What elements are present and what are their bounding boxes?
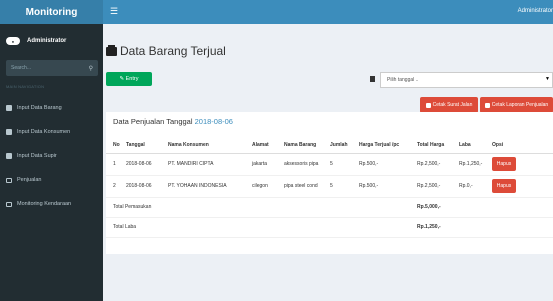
total-pemasukan-value: Rp.5,000,-: [415, 197, 457, 218]
page-title-text: Data Barang Terjual: [120, 44, 226, 58]
cell-barang: aksessoris pipa: [282, 153, 328, 176]
col-header-total-harga: Total Harga: [415, 138, 457, 154]
cell-laba: Rp.0,-: [457, 175, 490, 198]
entry-button[interactable]: ✎ Entry: [106, 72, 152, 86]
cetak-laporan-label: Cetak Laporan Penjualan: [491, 102, 549, 108]
panel-title: Data Penjualan Tanggal 2018-08-06: [113, 117, 233, 126]
cetak-surat-label: Cetak Surat Jalan: [432, 102, 473, 108]
print-icon: [484, 102, 490, 108]
cetak-laporan-button[interactable]: Cetak Laporan Penjualan: [480, 97, 553, 113]
col-header-opsi: Opsi: [490, 138, 553, 154]
cell-konsumen: PT. MANDIRI CIPTA: [166, 153, 250, 176]
monitor-icon: [6, 201, 12, 207]
table-row: 1 2018-08-06 PT. MANDIRI CIPTA jakarta a…: [106, 153, 553, 176]
caret-down-icon[interactable]: ▼: [545, 76, 550, 82]
cell-alamat: cilegon: [250, 175, 282, 198]
sidebar-item-monitoring-kendaraan[interactable]: Monitoring Kendaraan: [0, 192, 103, 216]
table-header-row: No Tanggal Nama Konsumen Alamat Nama Bar…: [106, 138, 553, 154]
hapus-button[interactable]: Hapus: [492, 157, 516, 171]
hapus-button[interactable]: Hapus: [492, 179, 516, 193]
cell-alamat: jakarta: [250, 153, 282, 176]
cell-no: 2: [106, 175, 124, 198]
col-header-jumlah: Jumlah: [328, 138, 357, 154]
book-icon: [6, 153, 12, 159]
col-header-alamat: Alamat: [250, 138, 282, 154]
total-laba-label: Total Laba: [106, 217, 415, 238]
app-logo[interactable]: Monitoring: [0, 0, 103, 24]
cell-laba: Rp.1,250,-: [457, 153, 490, 176]
panel-title-prefix: Data Penjualan Tanggal: [113, 117, 193, 126]
total-laba-row: Total Laba Rp.1,250,-: [106, 217, 553, 238]
total-pemasukan-row: Total Pemasukan Rp.5,000,-: [106, 197, 553, 218]
cell-jumlah: 5: [328, 175, 357, 198]
cell-tanggal: 2018-08-06: [124, 153, 166, 176]
cell-total: Rp.2,500,-: [415, 153, 457, 176]
cell-harga: Rp.500,-: [357, 175, 415, 198]
panel-title-date: 2018-08-06: [194, 117, 233, 126]
cell-total: Rp.2,500,-: [415, 175, 457, 198]
user-name: Administrator: [27, 38, 67, 44]
cell-barang: pipa steel cond: [282, 175, 328, 198]
sidebar-item-label: Input Data Konsumen: [17, 129, 71, 135]
total-pemasukan-label: Total Pemasukan: [106, 197, 415, 218]
col-header-nama-konsumen: Nama Konsumen: [166, 138, 250, 154]
top-navbar: Monitoring ☰ Administrator: [0, 0, 553, 24]
date-picker-input[interactable]: Pilih tanggal .. ▼: [380, 72, 553, 88]
sidebar-item-label: Input Data Supir: [17, 153, 57, 159]
sidebar-item-label: Monitoring Kendaraan: [17, 201, 72, 207]
cell-harga: Rp.500,-: [357, 153, 415, 176]
cell-tanggal: 2018-08-06: [124, 175, 166, 198]
cell-jumlah: 5: [328, 153, 357, 176]
user-panel: ● Administrator: [6, 34, 102, 48]
cetak-surat-jalan-button[interactable]: Cetak Surat Jalan: [420, 97, 478, 113]
search-input[interactable]: Search...: [11, 65, 89, 71]
col-header-harga: Harga Terjual /pc: [357, 138, 415, 154]
avatar: ●: [6, 37, 20, 45]
col-header-tanggal: Tanggal: [124, 138, 166, 154]
sidebar-item-input-data-barang[interactable]: Input Data Barang: [0, 96, 103, 120]
sidebar-search[interactable]: Search... ⚲: [6, 60, 98, 76]
print-icon: [425, 102, 431, 108]
cell-konsumen: PT. YOHAAN INDONESIA: [166, 175, 250, 198]
entry-button-label: Entry: [125, 76, 139, 82]
col-header-laba: Laba: [457, 138, 490, 154]
book-icon: [6, 129, 12, 135]
col-header-nama-barang: Nama Barang: [282, 138, 328, 154]
sidebar-item-input-data-konsumen[interactable]: Input Data Konsumen: [0, 120, 103, 144]
sidebar-item-label: Penjualan: [17, 177, 42, 183]
cell-opsi: Hapus: [490, 153, 553, 176]
cell-opsi: Hapus: [490, 175, 553, 198]
table-row: 2 2018-08-06 PT. YOHAAN INDONESIA cilego…: [106, 175, 553, 198]
col-header-no: No: [106, 138, 124, 154]
date-placeholder: Pilih tanggal ..: [387, 77, 419, 83]
calendar-icon: [370, 76, 375, 82]
sidebar-item-input-data-supir[interactable]: Input Data Supir: [0, 144, 103, 168]
nav-header: MAIN NAVIGATION: [6, 84, 45, 89]
sidebar-item-label: Input Data Barang: [17, 105, 62, 111]
menu-toggle-icon[interactable]: ☰: [110, 6, 118, 16]
total-laba-value: Rp.1,250,-: [415, 217, 457, 238]
sales-panel: Data Penjualan Tanggal 2018-08-06 No Tan…: [106, 112, 553, 254]
page-title: Data Barang Terjual: [106, 44, 226, 58]
search-icon[interactable]: ⚲: [89, 65, 93, 72]
sales-table: No Tanggal Nama Konsumen Alamat Nama Bar…: [106, 138, 553, 238]
sidebar-nav: Input Data Barang Input Data Konsumen In…: [0, 96, 103, 216]
cell-no: 1: [106, 153, 124, 176]
sidebar-item-penjualan[interactable]: Penjualan: [0, 168, 103, 192]
top-user-menu[interactable]: Administrator: [518, 8, 553, 14]
book-icon: [6, 105, 12, 111]
truck-icon: [106, 44, 117, 56]
monitor-icon: [6, 177, 12, 183]
sidebar: ● Administrator Search... ⚲ MAIN NAVIGAT…: [0, 24, 103, 301]
